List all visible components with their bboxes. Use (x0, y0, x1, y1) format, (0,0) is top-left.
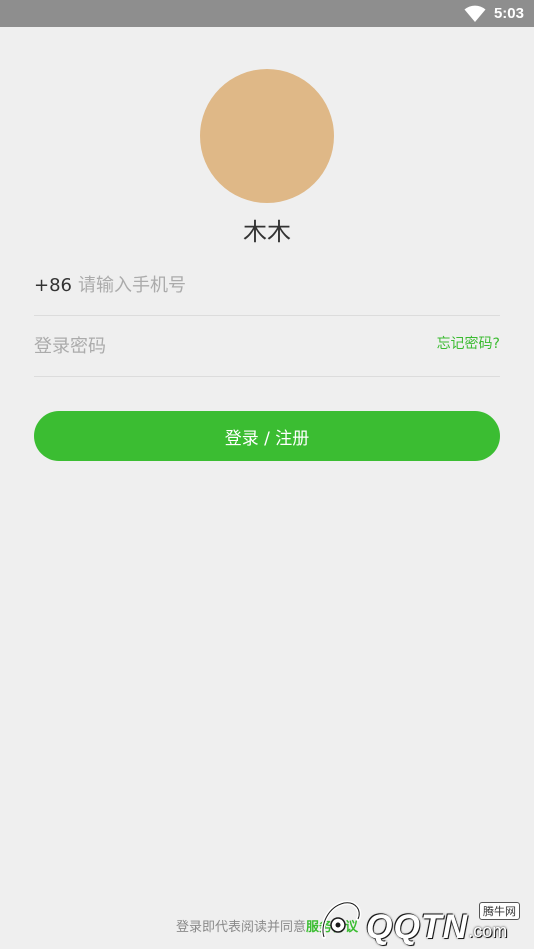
country-code[interactable]: +86 (34, 275, 72, 296)
username: 木木 (243, 218, 291, 246)
watermark-text: QQTN (366, 908, 469, 946)
login-register-button[interactable]: 登录 / 注册 (34, 411, 500, 461)
watermark: QQTN .com 腾牛网 (316, 897, 526, 945)
login-screen: 5:03 木木 +86 忘记密码? 登录 / 注册 登录即代表阅读并同意服务协议… (0, 0, 534, 949)
watermark-logo-icon (321, 900, 362, 939)
status-time: 5:03 (493, 5, 524, 22)
forgot-password-link[interactable]: 忘记密码? (437, 333, 500, 353)
watermark-badge: 腾牛网 (479, 902, 520, 920)
password-field: 忘记密码? (34, 317, 500, 377)
agreement-prefix: 登录即代表阅读并同意 (175, 920, 306, 935)
password-input[interactable] (34, 336, 437, 357)
phone-field: +86 (34, 256, 500, 316)
watermark-suffix: .com (468, 921, 508, 941)
phone-input[interactable] (78, 275, 500, 296)
wifi-icon (464, 5, 486, 22)
avatar[interactable] (200, 69, 334, 203)
status-bar: 5:03 (0, 0, 534, 27)
